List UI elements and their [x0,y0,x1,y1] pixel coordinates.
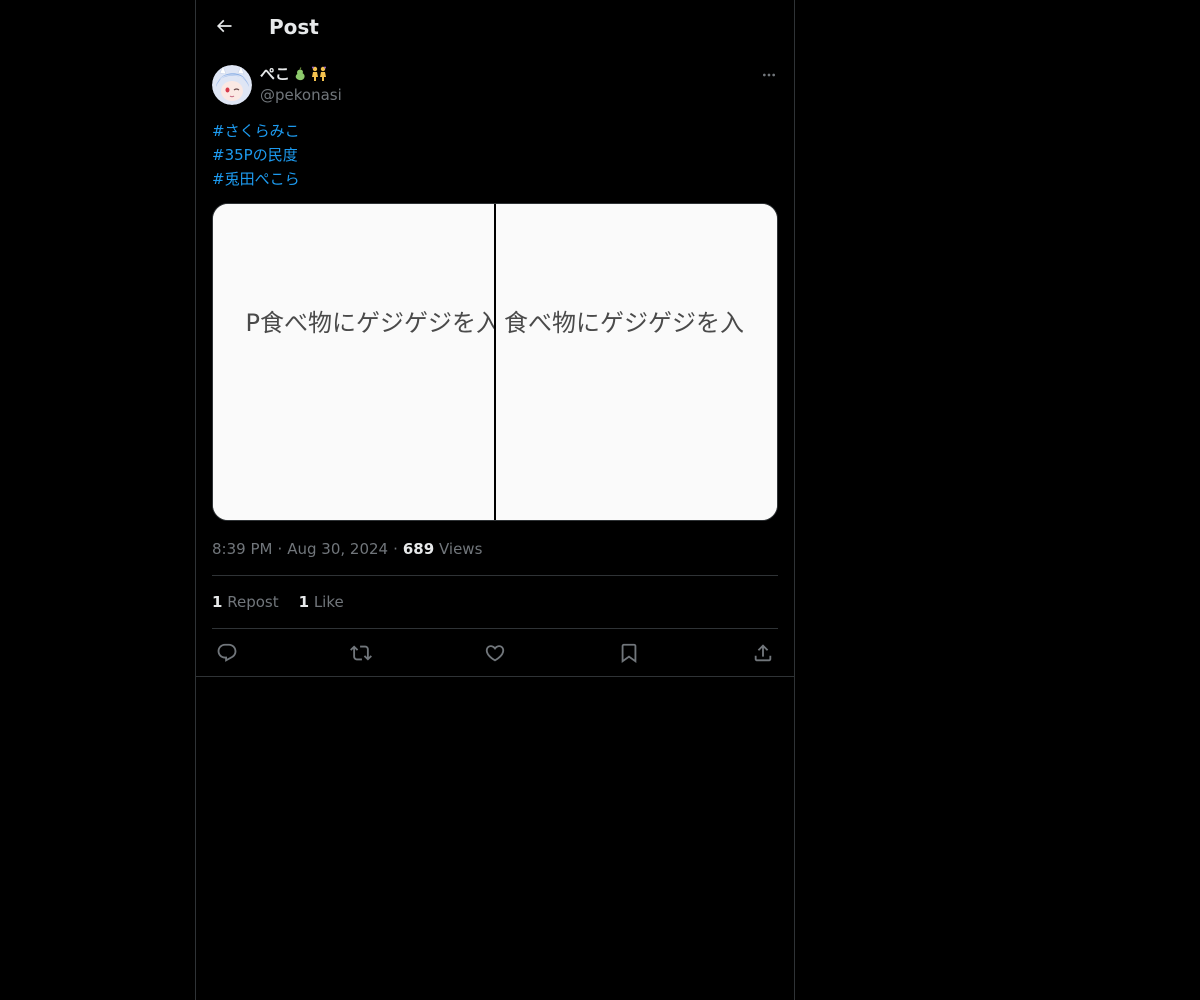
hashtag-link[interactable]: #さくらみこ [212,119,300,143]
hashtag-link[interactable]: #兎田ぺこら [212,167,300,191]
reply-icon [217,643,237,662]
repost-icon [350,645,372,661]
more-dots-icon [763,73,775,77]
tweet-date[interactable]: Aug 30, 2024 [287,540,388,558]
bookmark-button[interactable] [614,640,644,666]
like-stat[interactable]: 1 Like [299,592,344,612]
media-caption-right: 食べ物にゲジゲジを入 [504,309,744,337]
repost-button[interactable] [346,640,376,666]
media-caption-left: P食べ物にゲジゲジを入 [245,309,494,337]
repost-stat[interactable]: 1 Repost [212,592,279,612]
separator-dot: · [393,540,398,558]
primary-column: Post ぺこ @pekonasi #さくらみこ #35Pの民度 #兎田ぺこら … [195,0,795,1000]
avatar[interactable] [212,65,252,105]
section-divider [196,676,794,677]
pear-emoji-icon [293,67,307,81]
tweet-text: #さくらみこ #35Pの民度 #兎田ぺこら [212,119,300,191]
media-image-right[interactable]: 食べ物にゲジゲジを入 [496,204,777,520]
tweet-time[interactable]: 8:39 PM [212,540,272,558]
share-icon [754,644,772,662]
like-label: Like [313,593,344,611]
author-handle[interactable]: @pekonasi [260,85,342,105]
hashtag-link[interactable]: #35Pの民度 [212,143,300,167]
divider [212,575,778,576]
media-image-left[interactable]: P食べ物にゲジゲジを入 [213,204,494,520]
views-count: 689 [402,540,435,558]
share-button[interactable] [748,640,778,666]
tweet-meta: 8:39 PM · Aug 30, 2024 · 689 Views [212,539,482,559]
page-title: Post [269,15,319,39]
dancers-emoji-icon [310,66,328,82]
author-display-name[interactable]: ぺこ [260,64,328,84]
action-bar [212,640,778,666]
back-button[interactable] [208,10,240,42]
more-options-button[interactable] [758,64,780,86]
tweet-media: P食べ物にゲジゲジを入 食べ物にゲジゲジを入 [212,203,778,521]
separator-dot: · [277,540,283,558]
like-button[interactable] [480,640,510,666]
reply-button[interactable] [212,640,242,666]
engagement-stats: 1 Repost 1 Like [212,592,344,612]
author-name-text: ぺこ [260,65,291,83]
repost-label: Repost [227,593,279,611]
bookmark-icon [621,643,637,664]
like-count: 1 [298,593,310,611]
avatar-image [212,65,252,105]
views-label: Views [438,540,483,558]
repost-count: 1 [212,593,223,611]
divider [212,628,778,629]
like-icon [485,645,505,662]
top-bar: Post [196,0,794,53]
arrow-left-icon [216,19,232,33]
